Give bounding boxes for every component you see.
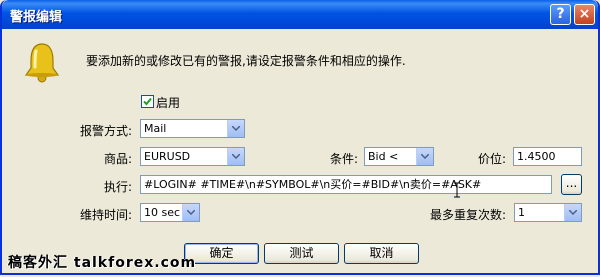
close-button[interactable]: × [574, 4, 595, 25]
window-title: 警报编辑 [10, 10, 63, 25]
timeout-select[interactable]: 10 sec [140, 203, 200, 222]
execute-input[interactable]: #LOGIN# #TIME#\n#SYMBOL#\n买价=#BID#\n卖价=#… [140, 175, 552, 194]
enable-label: 启用 [156, 96, 181, 110]
chevron-down-icon[interactable] [227, 148, 244, 165]
enable-checkbox[interactable] [141, 95, 154, 108]
help-button[interactable]: ? [550, 4, 571, 25]
action-type-value: Mail [144, 122, 167, 135]
action-type-select[interactable]: Mail [140, 119, 245, 138]
symbol-label: 商品: [104, 152, 133, 166]
title-bar: 警报编辑 ? × [2, 0, 598, 29]
max-repeats-value: 1 [518, 206, 525, 219]
price-label: 价位: [478, 152, 507, 166]
action-type-label: 报警方式: [80, 124, 133, 138]
max-repeats-select[interactable]: 1 [514, 203, 582, 222]
watermark: 稿客外汇 talkforex.com [8, 255, 197, 271]
chevron-down-icon[interactable] [182, 204, 199, 221]
timeout-label: 维持时间: [80, 208, 133, 222]
symbol-select[interactable]: EURUSD [140, 147, 245, 166]
chevron-down-icon[interactable] [416, 148, 433, 165]
condition-value: Bid < [368, 150, 399, 163]
intro-text: 要添加新的或修改已有的警报,请设定报警条件和相应的操作. [86, 54, 406, 68]
alert-editor-window: 警报编辑 ? × 要添加新的或修改已有的警报,请设定报警条件和相应的操作. 启用… [0, 0, 600, 275]
browse-button[interactable]: ... [561, 174, 582, 195]
cancel-button[interactable]: 取消 [344, 243, 419, 264]
max-repeats-label: 最多重复次数: [430, 208, 507, 222]
checkmark-icon [143, 97, 152, 106]
symbol-value: EURUSD [144, 150, 191, 163]
chevron-down-icon[interactable] [227, 120, 244, 137]
condition-select[interactable]: Bid < [364, 147, 434, 166]
test-button[interactable]: 测试 [264, 243, 339, 264]
text-cursor-icon [454, 182, 460, 198]
execute-label: 执行: [104, 180, 133, 194]
condition-label: 条件: [330, 152, 359, 166]
bell-icon [24, 43, 60, 83]
price-input[interactable]: 1.4500 [513, 147, 582, 166]
timeout-value: 10 sec [144, 206, 181, 219]
chevron-down-icon[interactable] [564, 204, 581, 221]
